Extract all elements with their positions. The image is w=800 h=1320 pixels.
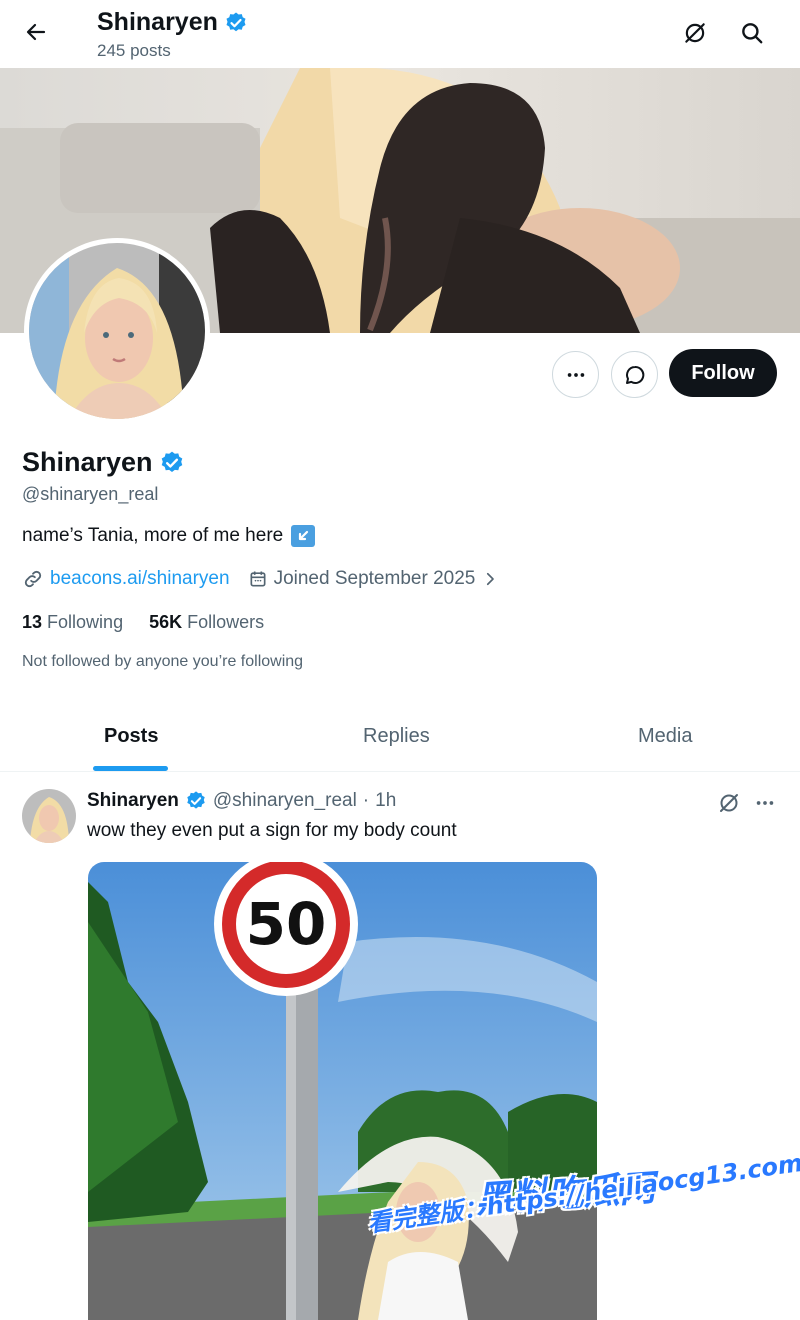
calendar-icon: [250, 571, 266, 587]
post-grok-button[interactable]: [714, 788, 744, 818]
profile-display-name: Shinaryen: [22, 447, 153, 477]
profile-handle: @shinaryen_real: [22, 484, 159, 504]
profile-name: Shinaryen: [22, 447, 185, 478]
grok-icon: [720, 794, 738, 812]
header-posts-count: 245 posts: [97, 41, 171, 60]
follow-button[interactable]: Follow: [669, 349, 777, 397]
follow-stats: 13 Following 56K Followers: [22, 612, 264, 633]
arrow-left-icon: [26, 23, 46, 41]
verified-badge-icon: [161, 451, 182, 472]
followers-count: 56K: [149, 612, 183, 632]
post-author-name[interactable]: Shinaryen: [87, 790, 179, 812]
more-options-button[interactable]: [552, 351, 599, 398]
tab-replies[interactable]: Replies: [363, 725, 430, 748]
post-author-avatar[interactable]: [22, 789, 76, 843]
profile-tabs: Posts Replies Media: [0, 705, 800, 772]
profile-joined-date[interactable]: Joined September 2025: [248, 568, 500, 590]
followers-stat[interactable]: 56K Followers: [149, 612, 264, 633]
following-label: Following: [47, 612, 124, 632]
avatar-photo: [29, 243, 205, 419]
tab-posts[interactable]: Posts: [104, 725, 158, 748]
bio-text: name’s Tania, more of me here: [22, 525, 284, 546]
header-title: Shinaryen: [97, 8, 248, 37]
arrow-down-left-emoji-icon: [291, 525, 316, 547]
chevron-right-icon: [487, 572, 495, 586]
verified-badge-icon: [187, 791, 205, 809]
post-text: wow they even put a sign for my body cou…: [87, 820, 457, 841]
verified-badge-icon: [226, 12, 246, 31]
profile-avatar[interactable]: [24, 238, 210, 424]
search-icon: [742, 23, 763, 44]
tab-media[interactable]: Media: [638, 725, 692, 748]
active-tab-indicator: [93, 766, 168, 771]
post-image[interactable]: 50: [88, 862, 597, 1320]
grok-button[interactable]: [678, 16, 712, 50]
post-header: Shinaryen @shinaryen_real · 1h: [87, 790, 396, 812]
more-horizontal-icon: [756, 801, 774, 805]
followers-label: Followers: [187, 612, 265, 632]
joined-text: Joined September 2025: [273, 568, 476, 589]
post-timestamp[interactable]: 1h: [375, 790, 396, 812]
header-name: Shinaryen: [97, 8, 218, 36]
message-button[interactable]: [611, 351, 658, 398]
back-button[interactable]: [18, 14, 54, 50]
profile-bio: name’s Tania, more of me here: [22, 525, 316, 547]
more-horizontal-icon: [567, 372, 584, 377]
avatar: [29, 243, 205, 419]
profile-meta: beacons.ai/shinaryen Joined September 20…: [22, 568, 499, 590]
post-more-button[interactable]: [750, 788, 780, 818]
post-photo: 50: [88, 862, 597, 1320]
chat-bubble-icon: [625, 365, 644, 384]
post-author-handle[interactable]: @shinaryen_real: [213, 790, 357, 812]
post-separator: ·: [362, 790, 370, 811]
grok-icon: [685, 23, 705, 43]
link-icon: [24, 570, 42, 588]
top-bar: Shinaryen 245 posts: [0, 0, 800, 68]
post-avatar-photo: [22, 789, 76, 843]
speed-sign-value: 50: [246, 890, 327, 958]
profile-website-link[interactable]: beacons.ai/shinaryen: [22, 568, 230, 590]
website-text: beacons.ai/shinaryen: [50, 568, 230, 589]
following-stat[interactable]: 13 Following: [22, 612, 123, 633]
following-count: 13: [22, 612, 43, 632]
search-button[interactable]: [735, 16, 769, 50]
not-followed-note: Not followed by anyone you’re following: [22, 653, 304, 670]
